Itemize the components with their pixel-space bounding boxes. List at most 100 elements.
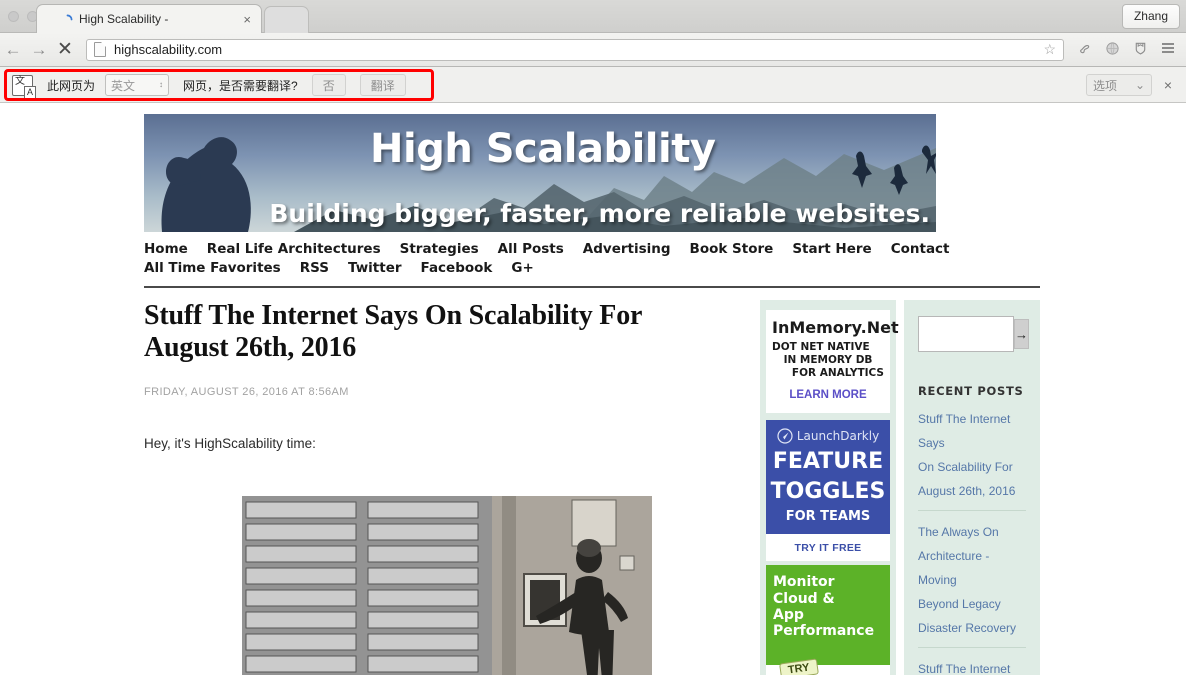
- nav-item-facebook[interactable]: Facebook: [421, 259, 493, 278]
- ad-launchdarkly[interactable]: LaunchDarkly FEATURE TOGGLES FOR TEAMS: [766, 420, 890, 535]
- profile-button[interactable]: Zhang: [1121, 4, 1180, 29]
- page-viewport: High Scalability Building bigger, faster…: [0, 104, 1186, 675]
- sidebar-ads: InMemory.Net DOT NET NATIVE IN MEMORY DB…: [760, 300, 899, 675]
- nav-item-all-posts[interactable]: All Posts: [498, 240, 564, 259]
- ad-manageengine-brand: ManageEngine: [766, 665, 890, 675]
- ad-launchdarkly-cta[interactable]: TRY IT FREE: [766, 534, 890, 562]
- computer-racks-photo-icon: [242, 495, 652, 675]
- source-language-select[interactable]: 英文 ↕: [105, 74, 170, 96]
- ad-launchdarkly-logo-text: LaunchDarkly: [796, 429, 880, 443]
- ad-manageengine[interactable]: Monitor Cloud & App Performance TRY Mana…: [766, 565, 890, 675]
- search-widget: →: [910, 306, 1034, 362]
- extension-icon-shield[interactable]: [1126, 41, 1154, 59]
- browser-tab[interactable]: High Scalability - ×: [36, 4, 262, 33]
- post-body-text: Hey, it's HighScalability time:: [144, 435, 316, 451]
- ad-launchdarkly-headline1: FEATURE: [772, 449, 884, 474]
- ad-inmemory-line3: FOR ANALYTICS: [791, 367, 884, 379]
- recent-post-line: The Always On: [918, 525, 999, 539]
- recent-post-line: Architecture - Moving: [918, 549, 990, 587]
- ad-launchdarkly-cta-label: TRY IT FREE: [794, 542, 862, 555]
- browser-window: High Scalability - × Zhang ← → ✕ highsca…: [0, 0, 1186, 675]
- list-item[interactable]: The Always On Architecture - Moving Beyo…: [918, 520, 1026, 640]
- post-date: FRIDAY, AUGUST 26, 2016 AT 8:56AM: [144, 385, 349, 398]
- recent-post-line: Disaster Recovery: [918, 621, 1017, 635]
- recent-post-line: Stuff The Internet Says: [918, 412, 1011, 450]
- article: Stuff The Internet Says On Scalability F…: [144, 300, 742, 675]
- translate-confirm-button[interactable]: 翻译: [359, 74, 406, 96]
- list-divider: [918, 647, 1026, 648]
- nav-row-primary: Home Real Life Architectures Strategies …: [144, 240, 1040, 259]
- list-item[interactable]: Stuff The Internet Says On Scalability F…: [918, 657, 1026, 675]
- extension-icon-1[interactable]: [1070, 41, 1098, 59]
- chevron-down-icon: ⌄: [1134, 78, 1145, 92]
- site-banner[interactable]: High Scalability Building bigger, faster…: [144, 114, 936, 232]
- translate-options-label: 选项: [1093, 78, 1118, 93]
- ad-launchdarkly-headline2: TOGGLES: [770, 478, 886, 504]
- bookmark-star-icon[interactable]: ☆: [1043, 41, 1059, 58]
- address-bar[interactable]: highscalability.com ☆: [86, 38, 1064, 61]
- ad-inmemory-cta[interactable]: LEARN MORE: [772, 389, 884, 401]
- recent-post-line: Stuff The Internet Says: [918, 662, 1011, 675]
- nav-item-start-here[interactable]: Start Here: [792, 240, 871, 259]
- ad-manageengine-headline2: App Performance: [773, 606, 875, 640]
- recent-posts-widget: RECENT POSTS Stuff The Internet Says On …: [910, 374, 1034, 675]
- site-container: High Scalability Building bigger, faster…: [144, 114, 1040, 675]
- nav-item-strategies[interactable]: Strategies: [400, 240, 479, 259]
- translate-icon: 文 A: [12, 74, 36, 99]
- translate-close-icon[interactable]: ×: [1158, 77, 1178, 93]
- extension-icon-globe[interactable]: [1098, 41, 1126, 59]
- ad-inmemory-line1: DOT NET NATIVE: [772, 341, 870, 353]
- recent-posts-heading: RECENT POSTS: [918, 384, 1024, 398]
- nav-item-twitter[interactable]: Twitter: [348, 259, 402, 278]
- list-item[interactable]: Stuff The Internet Says On Scalability F…: [918, 407, 1026, 503]
- site-navigation: Home Real Life Architectures Strategies …: [144, 232, 1040, 288]
- content-columns: Stuff The Internet Says On Scalability F…: [144, 288, 1040, 675]
- page-title: Stuff The Internet Says On Scalability F…: [144, 300, 642, 363]
- back-icon[interactable]: ←: [0, 41, 26, 58]
- ad-manageengine-banner: Monitor Cloud & App Performance TRY: [766, 565, 890, 675]
- search-submit-button[interactable]: →: [1014, 319, 1029, 349]
- translate-question: 网页，是否需要翻译?: [183, 78, 298, 93]
- ad-inmemory-brand: InMemory.Net: [772, 318, 899, 337]
- nav-item-home[interactable]: Home: [144, 240, 188, 259]
- banner-title: High Scalability: [370, 126, 716, 172]
- translate-no-button[interactable]: 否: [311, 74, 346, 96]
- banner-subtitle: Building bigger, faster, more reliable w…: [269, 199, 930, 228]
- stop-icon[interactable]: ✕: [52, 40, 78, 59]
- loading-spinner-icon: [66, 14, 73, 20]
- translate-icon-en: A: [23, 85, 36, 99]
- new-tab-button[interactable]: [264, 6, 309, 33]
- ad-manageengine-headline1: Monitor Cloud &: [773, 574, 835, 607]
- ad-launchdarkly-headline3: FOR TEAMS: [785, 509, 871, 525]
- tab-title: High Scalability -: [79, 12, 169, 26]
- nav-row-secondary: All Time Favorites RSS Twitter Facebook …: [144, 259, 1040, 278]
- browser-toolbar: ← → ✕ highscalability.com ☆: [0, 33, 1186, 67]
- tab-close-icon[interactable]: ×: [239, 13, 255, 26]
- forward-icon[interactable]: →: [26, 41, 52, 58]
- recent-post-line: August 26th, 2016: [918, 484, 1016, 498]
- translate-infobar: 文 A 此网页为 英文 ↕ 网页，是否需要翻译? 否 翻译 选项 ⌄ ×: [0, 67, 1186, 103]
- ad-launchdarkly-logo: LaunchDarkly: [770, 428, 886, 444]
- nav-item-contact[interactable]: Contact: [891, 240, 950, 259]
- page-icon: [94, 42, 106, 57]
- extension-icons: [1070, 41, 1186, 59]
- sidebar-widgets: → RECENT POSTS Stuff The Internet Says O…: [904, 300, 1040, 675]
- translate-label: 此网页为: [47, 78, 96, 93]
- nav-item-book-store[interactable]: Book Store: [690, 240, 774, 259]
- nav-item-real-life-architectures[interactable]: Real Life Architectures: [207, 240, 381, 259]
- ad-inmemory[interactable]: InMemory.Net DOT NET NATIVE IN MEMORY DB…: [766, 310, 899, 413]
- nav-item-advertising[interactable]: Advertising: [583, 240, 671, 259]
- tab-strip: High Scalability - × Zhang: [0, 0, 1186, 33]
- list-divider: [918, 510, 1026, 511]
- nav-item-all-time-favorites[interactable]: All Time Favorites: [144, 259, 281, 278]
- launchdarkly-rocket-icon: [777, 428, 793, 444]
- recent-post-line: Beyond Legacy: [918, 597, 1001, 611]
- ad-inmemory-line2: IN MEMORY DB: [783, 354, 873, 366]
- nav-item-rss[interactable]: RSS: [300, 259, 329, 278]
- translate-options-button[interactable]: 选项 ⌄: [1086, 74, 1152, 96]
- recent-post-line: On Scalability For: [918, 460, 1013, 474]
- nav-item-gplus[interactable]: G+: [511, 259, 533, 278]
- search-input[interactable]: [918, 316, 1014, 352]
- close-window-button[interactable]: [8, 11, 19, 22]
- browser-menu-icon[interactable]: [1154, 41, 1182, 58]
